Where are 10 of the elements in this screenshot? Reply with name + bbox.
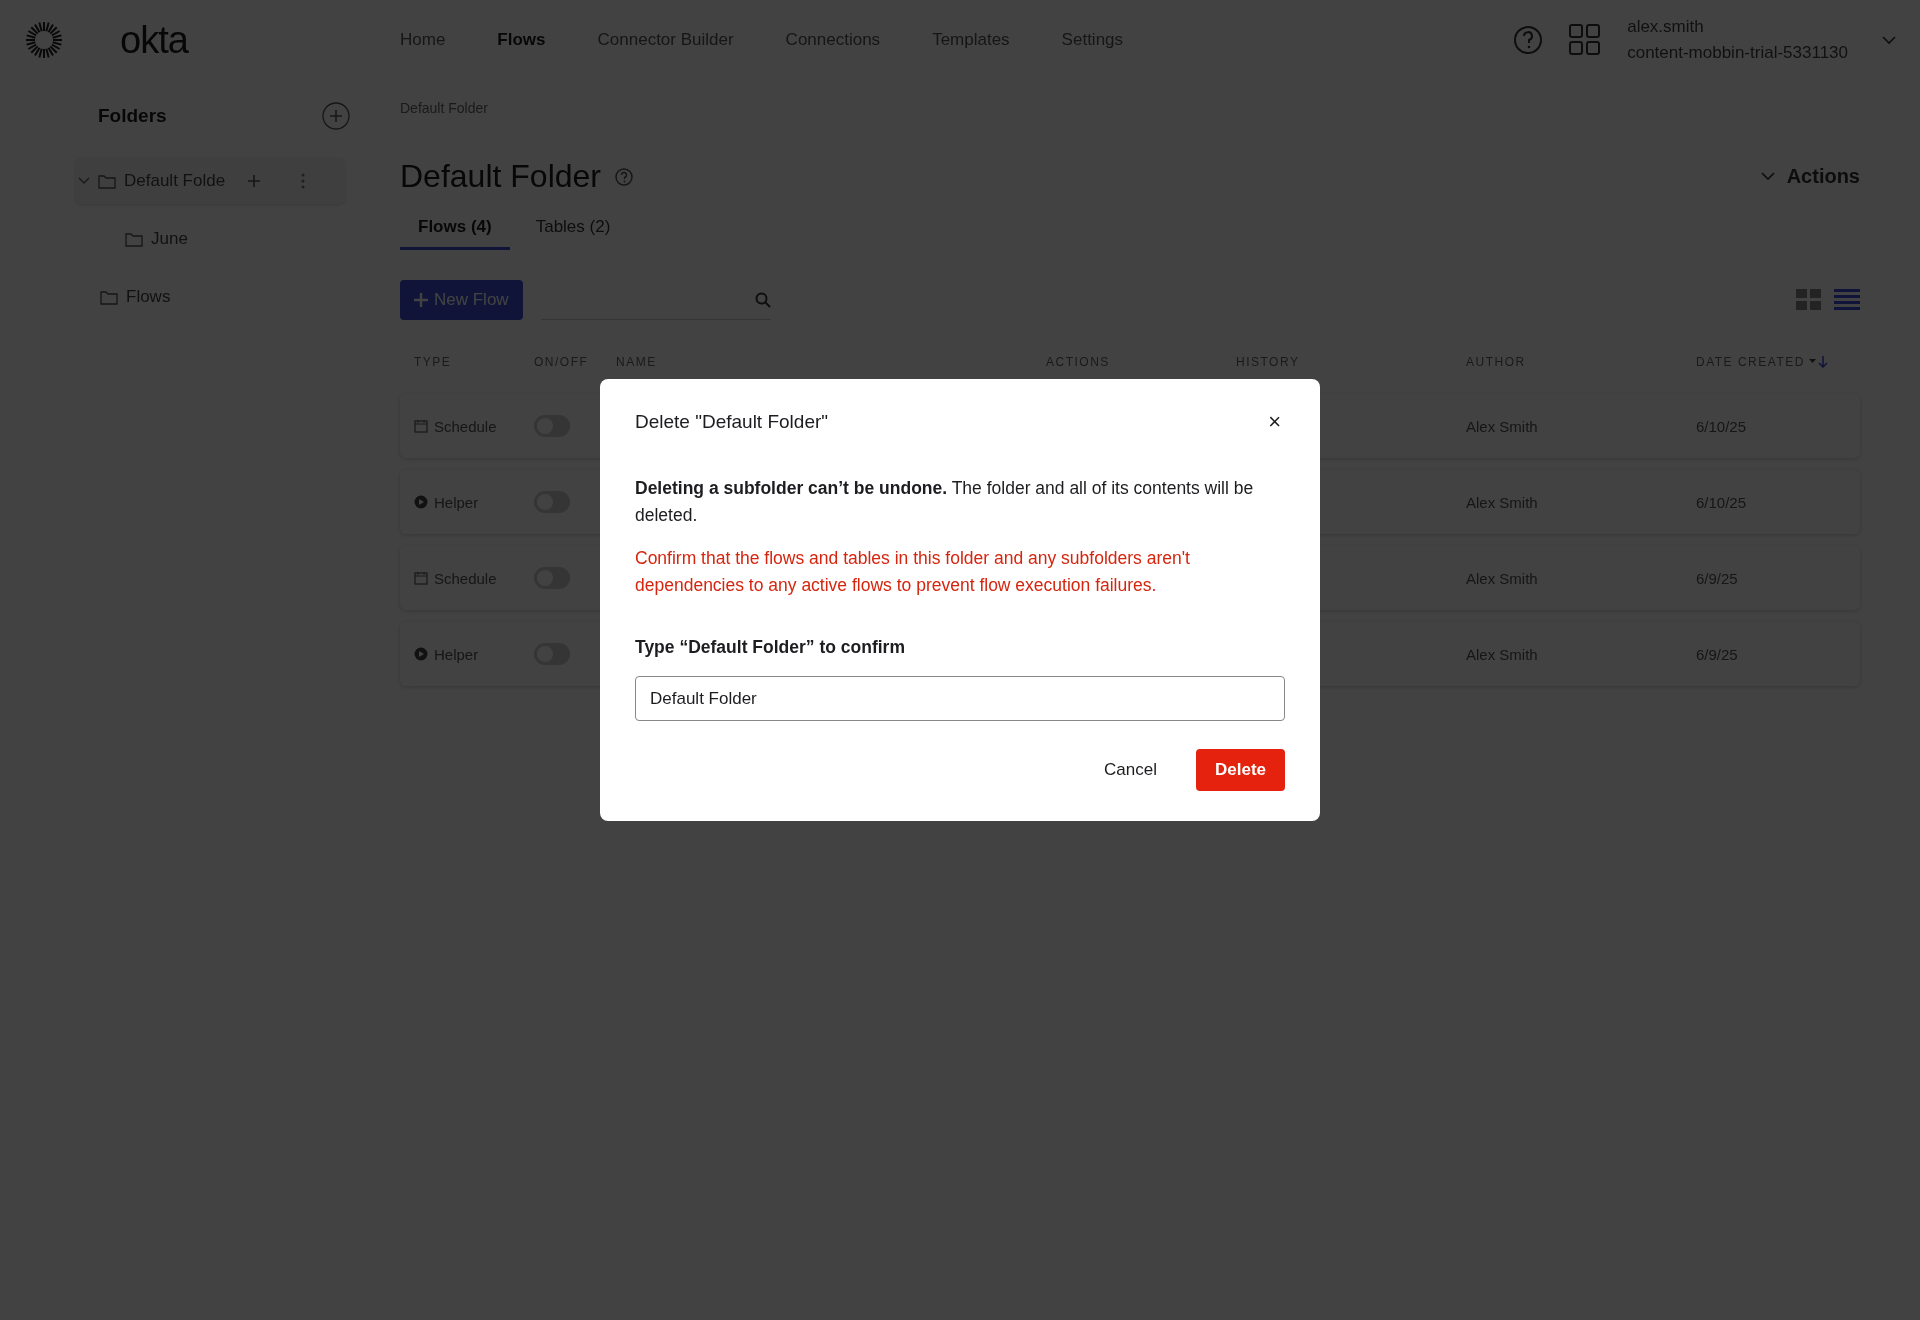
warning-message: Confirm that the flows and tables in this folder and any subfolders aren't dependencies to any active flows to prevent flow execution failures.	[635, 547, 1191, 597]
confirm-input-field[interactable]: Default Folder	[635, 676, 1285, 721]
field-label: Type “Default Folder” to confirm	[635, 637, 906, 658]
dialog-message: Deleting a subfolder can’t be undone. The folder and all of its contents will be deleted.	[635, 477, 1255, 527]
brand-logo: okta	[120, 18, 190, 62]
page-title: Default Folder	[400, 158, 601, 195]
sidebar-title: Folders	[98, 105, 167, 127]
dialog-title: Delete "Default Folder"	[635, 411, 829, 433]
delete-button[interactable]: Delete	[1195, 749, 1285, 791]
close-button[interactable]: ×	[1264, 409, 1285, 435]
